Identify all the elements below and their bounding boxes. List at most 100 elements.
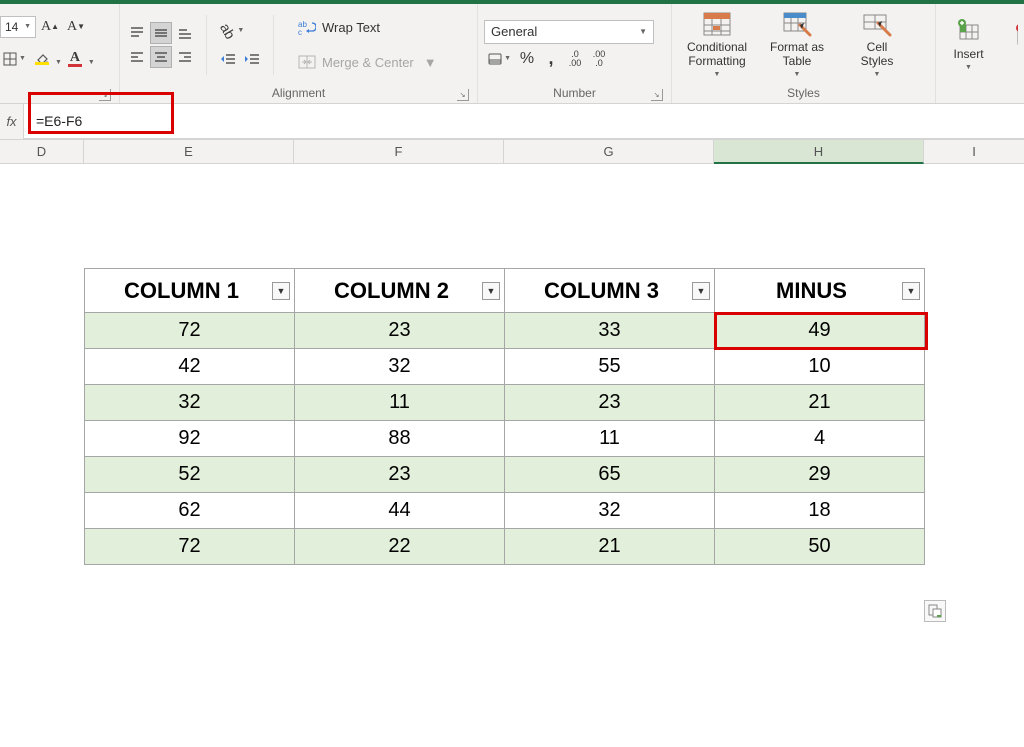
table-header[interactable]: COLUMN 1 ▼ [85,269,295,313]
table-cell[interactable]: 44 [295,493,505,529]
table-header[interactable]: COLUMN 2 ▼ [295,269,505,313]
table-cell[interactable]: 21 [715,385,925,421]
decrease-decimal-button[interactable]: .00.0 [588,48,610,70]
table-cell[interactable]: 52 [85,457,295,493]
paste-options-icon [928,604,942,618]
orientation-button[interactable]: ab ▼ [217,20,247,42]
table-row[interactable]: 42325510 [85,349,925,385]
table-cell[interactable]: 62 [85,493,295,529]
fx-icon[interactable]: fx [0,104,24,139]
table-cell[interactable]: 88 [295,421,505,457]
font-size-value: 14 [5,20,18,34]
table-cell[interactable]: 33 [505,313,715,349]
conditional-formatting-icon [701,10,733,38]
col-header-i[interactable]: I [924,140,1024,164]
filter-button[interactable]: ▼ [482,282,500,300]
caret-down-icon[interactable]: ▼ [88,59,95,66]
table-cell[interactable]: 50 [715,529,925,565]
fill-color-button[interactable] [31,48,53,70]
decrease-font-size-button[interactable]: A▼ [64,16,88,38]
table-cell[interactable]: 72 [85,529,295,565]
table-cell[interactable]: 21 [505,529,715,565]
table-cell[interactable]: 32 [505,493,715,529]
paste-options-button[interactable] [924,600,946,622]
table-cell[interactable]: 29 [715,457,925,493]
table-cell[interactable]: 49 [715,313,925,349]
align-top-button[interactable] [126,22,148,44]
filter-button[interactable]: ▼ [692,282,710,300]
col-header-d[interactable]: D [0,140,84,164]
cell-styles-button[interactable]: Cell Styles ▼ [838,10,916,80]
table-cell[interactable]: 72 [85,313,295,349]
col-header-g[interactable]: G [504,140,714,164]
decrease-indent-button[interactable] [217,48,239,70]
font-dialog-launcher[interactable]: ↘ [99,89,111,101]
table-header[interactable]: COLUMN 3 ▼ [505,269,715,313]
align-left-button[interactable] [126,46,148,68]
format-as-table-icon [781,10,813,38]
increase-indent-button[interactable] [241,48,263,70]
table-cell[interactable]: 23 [295,457,505,493]
table-cell[interactable]: 23 [505,385,715,421]
number-dialog-launcher[interactable]: ↘ [651,89,663,101]
col-header-e[interactable]: E [84,140,294,164]
increase-decimal-button[interactable]: .0.00 [564,48,586,70]
table-row[interactable]: 72222150 [85,529,925,565]
caret-down-icon: ▼ [504,55,511,62]
caret-down-icon: ▼ [965,64,972,72]
separator [206,15,207,75]
table-cell[interactable]: 11 [295,385,505,421]
col-header-h-selected[interactable]: H [714,140,924,164]
table-cell[interactable]: 92 [85,421,295,457]
table-cell[interactable]: 55 [505,349,715,385]
align-bottom-button[interactable] [174,22,196,44]
delete-cells-button-partial[interactable]: D [999,10,1018,80]
caret-down-icon: ▼ [714,71,721,79]
comma-format-button[interactable]: , [540,48,562,70]
table-cell[interactable]: 23 [295,313,505,349]
accounting-format-button[interactable]: ▼ [484,48,514,70]
table-row[interactable]: 32112321 [85,385,925,421]
insert-cells-button[interactable]: Insert ▼ [942,10,995,80]
number-format-select[interactable]: General ▼ [484,20,654,44]
table-header[interactable]: MINUS ▼ [715,269,925,313]
table-cell[interactable]: 11 [505,421,715,457]
formula-input[interactable] [24,104,1024,139]
alignment-dialog-launcher[interactable]: ↘ [457,89,469,101]
filter-button[interactable]: ▼ [272,282,290,300]
caret-down-icon: ▼ [794,71,801,79]
align-right-button[interactable] [174,46,196,68]
increase-font-size-button[interactable]: A▲ [38,16,62,38]
table-cell[interactable]: 22 [295,529,505,565]
table-cell[interactable]: 32 [295,349,505,385]
font-color-button[interactable]: A [64,48,86,70]
wrap-text-button[interactable]: abc Wrap Text [292,11,443,43]
format-as-table-button[interactable]: Format as Table ▼ [758,10,836,80]
number-format-value: General [491,24,537,39]
sheet-area[interactable]: COLUMN 1 ▼ COLUMN 2 ▼ COLUMN 3 ▼ MINUS ▼… [0,164,1024,746]
table-cell[interactable]: 65 [505,457,715,493]
number-group-label: Number [553,86,596,100]
table-row[interactable]: 72233349 [85,313,925,349]
font-size-input[interactable]: 14 ▼ [0,16,36,38]
percent-format-button[interactable]: % [516,48,538,70]
table-cell[interactable]: 32 [85,385,295,421]
caret-down-icon[interactable]: ▼ [55,59,62,66]
filter-button[interactable]: ▼ [902,282,920,300]
merge-center-button[interactable]: Merge & Center ▼ [292,46,443,78]
align-center-button[interactable] [150,46,172,68]
table-row[interactable]: 62443218 [85,493,925,529]
table-cell[interactable]: 18 [715,493,925,529]
table-cell[interactable]: 42 [85,349,295,385]
align-middle-button[interactable] [150,22,172,44]
border-button[interactable]: ▼ [0,48,29,70]
insert-cells-icon [953,17,985,45]
table-cell[interactable]: 10 [715,349,925,385]
table-row[interactable]: 9288114 [85,421,925,457]
col-header-f[interactable]: F [294,140,504,164]
table-cell[interactable]: 4 [715,421,925,457]
delete-cells-icon [1011,22,1018,50]
cell-styles-icon [861,10,893,38]
table-row[interactable]: 52236529 [85,457,925,493]
conditional-formatting-button[interactable]: Conditional Formatting ▼ [678,10,756,80]
